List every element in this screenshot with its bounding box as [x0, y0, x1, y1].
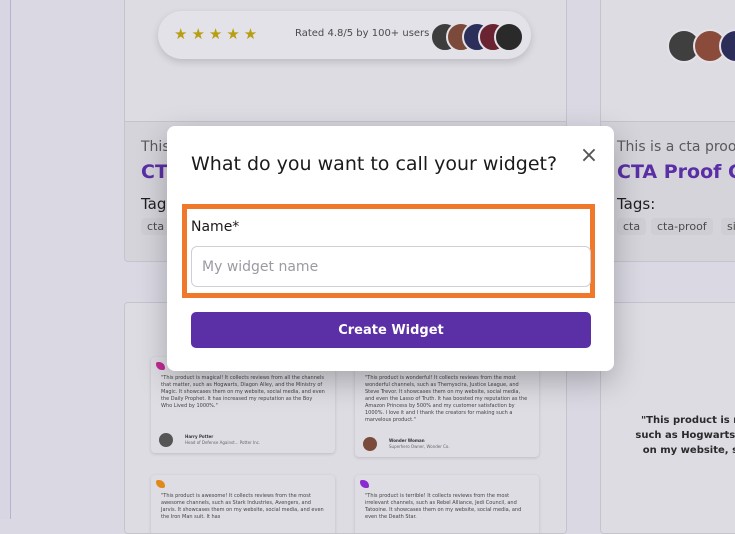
testimonial-text: "This product is magical! It collects re… [161, 375, 325, 409]
testimonial-role: Head of Defense Against... Potter Inc. [185, 440, 261, 445]
rating-pill: ★★★★★ Rated 4.8/5 by 100+ users [158, 11, 531, 59]
testimonial-text: "This product is awesome! It collects re… [161, 493, 324, 520]
widget-name-input[interactable] [191, 246, 591, 287]
close-icon[interactable]: × [577, 144, 601, 168]
widget-preview: ★★★★★ Rated 4.8/5 by 100+ users [125, 0, 566, 121]
rating-text: Rated 4.8/5 by 100+ users [295, 28, 430, 39]
testimonial-text: "This product is wonderful! It collects … [365, 375, 528, 423]
testimonial-name: Harry Potter [185, 434, 214, 439]
testimonial-card: "This product is terrible! It collects r… [355, 475, 539, 533]
quote-mark-icon [156, 480, 165, 488]
tags-label: Tags: [617, 195, 656, 213]
sidebar-edge [0, 0, 11, 519]
widget-title[interactable]: CTA Proof Co [617, 161, 735, 183]
avatar [363, 437, 377, 451]
widget-preview: "This product is magi such as Hogwarts, … [601, 303, 735, 533]
avatar [159, 433, 173, 447]
testimonial-role: Superhero Owner, Wonder Co. [389, 444, 450, 449]
create-widget-dialog: What do you want to call your widget? × … [167, 126, 614, 371]
name-label: Name* [191, 219, 240, 235]
tag[interactable]: cta [617, 218, 647, 235]
quote-mark-icon [360, 480, 369, 488]
avatar [494, 22, 524, 52]
tags-label: Tag [141, 195, 167, 213]
tag[interactable]: cta [141, 218, 171, 235]
testimonial-text: "This product is terrible! It collects r… [365, 493, 522, 520]
widget-card-cta-proof[interactable]: This is a cta proof CTA Proof Co Tags: c… [600, 0, 735, 262]
tag[interactable]: si [721, 218, 735, 235]
widget-preview [601, 0, 735, 121]
widget-meta: This is a cta proof CTA Proof Co Tags: c… [601, 121, 735, 261]
testimonial-card: "This product is wonderful! It collects … [355, 357, 539, 457]
widget-title[interactable]: CT [141, 161, 168, 183]
quote-mark-icon [156, 362, 165, 370]
testimonial-card: "This product is awesome! It collects re… [151, 475, 335, 533]
tag[interactable]: cta-proof [651, 218, 713, 235]
widget-card-quote[interactable]: "This product is magi such as Hogwarts, … [600, 302, 735, 534]
create-widget-button[interactable]: Create Widget [191, 312, 591, 348]
dialog-title: What do you want to call your widget? [191, 153, 558, 175]
quote-text: "This product is magi such as Hogwarts, … [635, 415, 735, 456]
widget-kicker: This is a cta proof [617, 139, 735, 155]
widget-kicker: This [141, 139, 170, 155]
testimonial-card: "This product is magical! It collects re… [151, 357, 335, 453]
testimonial-name: Wonder Woman [389, 438, 425, 443]
star-rating-icon: ★★★★★ [174, 25, 262, 43]
